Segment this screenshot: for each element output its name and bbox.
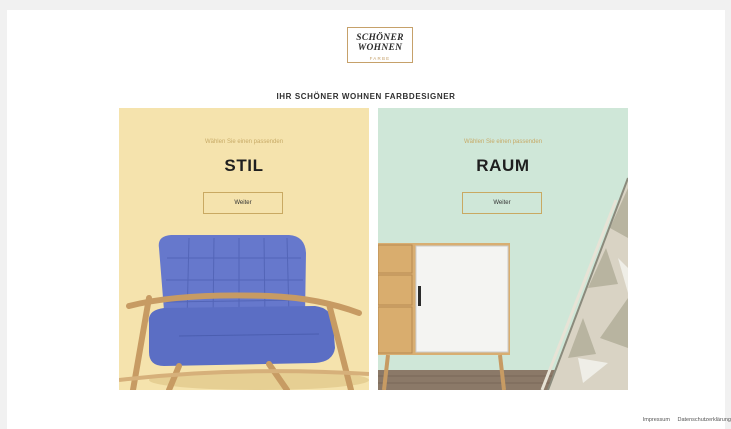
card-stil[interactable]: Wählen Sie einen passenden STIL Weiter (119, 108, 369, 390)
logo-line-1: SCHÖNER (356, 33, 404, 43)
card-raum[interactable]: Wählen Sie einen passenden RAUM Weiter (378, 108, 628, 390)
raum-weiter-button[interactable]: Weiter (462, 192, 542, 214)
card-raum-subtitle: Wählen Sie einen passenden (463, 139, 543, 145)
logo-line-2: WOHNEN (357, 43, 403, 53)
datenschutz-link[interactable]: Datenschutzerklärung (677, 417, 731, 423)
logo-line-3: FARBE (369, 56, 391, 61)
card-stil-subtitle: Wählen Sie einen passenden (204, 139, 284, 145)
armchair-image (119, 235, 369, 390)
impressum-link[interactable]: Impressum (643, 417, 670, 423)
card-raum-title: RAUM (476, 156, 530, 175)
footer-links: Impressum Datenschutzerklärung (637, 417, 731, 423)
sideboard-image (378, 177, 628, 390)
card-stil-title: STIL (224, 156, 264, 175)
page-headline: IHR SCHÖNER WOHNEN FARBDESIGNER (276, 92, 456, 101)
stil-weiter-button[interactable]: Weiter (203, 192, 283, 214)
schoener-wohnen-logo[interactable]: SCHÖNER WOHNEN FARBE (347, 27, 413, 63)
